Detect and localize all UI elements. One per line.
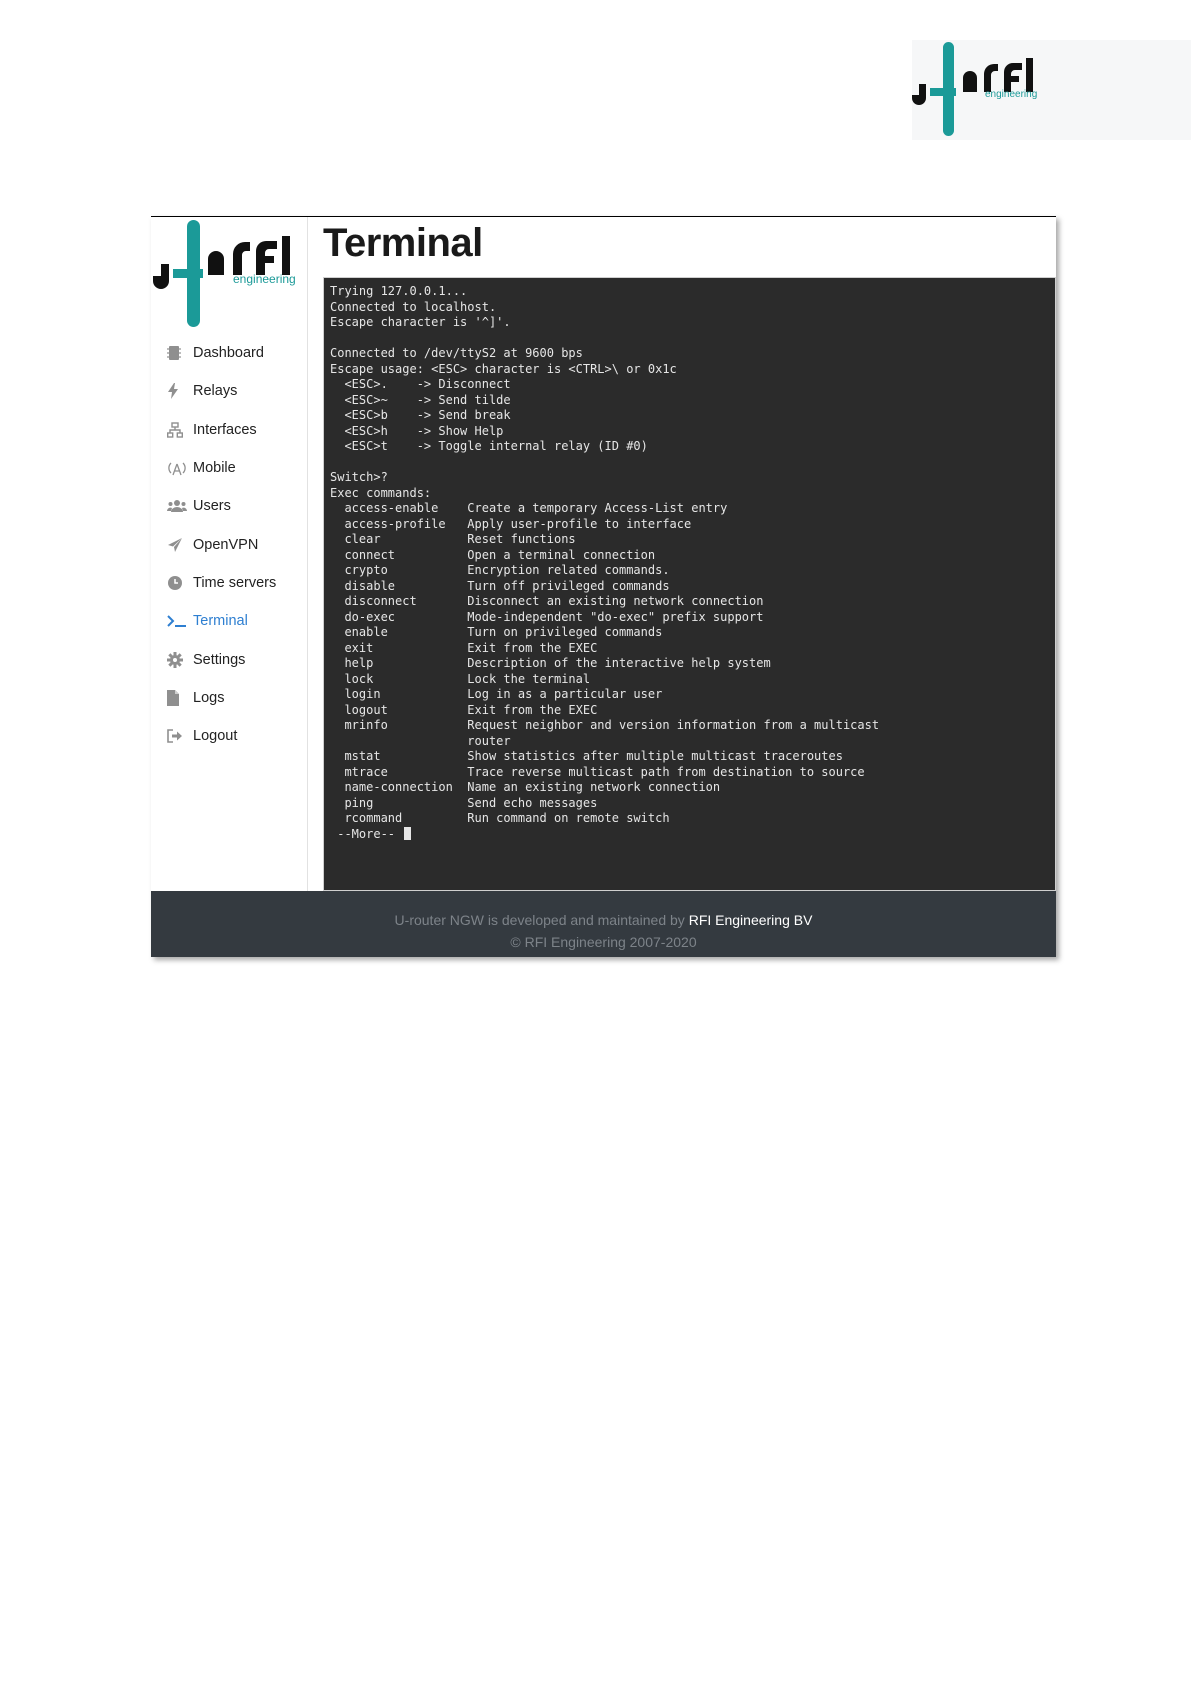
- sidebar-item-logout[interactable]: Logout: [151, 717, 307, 755]
- terminal-line: Connected to localhost.: [330, 299, 497, 314]
- terminal-line: --More--: [330, 826, 1049, 843]
- terminal-line: ping Send echo messages: [330, 795, 598, 810]
- terminal-line: <ESC>h -> Show Help: [330, 423, 504, 438]
- page-title: Terminal: [323, 221, 483, 265]
- terminal-line: access-profile Apply user-profile to int…: [330, 516, 692, 531]
- sidebar-item-terminal[interactable]: Terminal: [151, 602, 307, 640]
- footer-copyright: © RFI Engineering 2007-2020: [510, 934, 697, 950]
- sidebar: engineering Dashboard Relays Interfaces: [151, 217, 308, 891]
- terminal-line: mrinfo Request neighbor and version info…: [330, 718, 880, 732]
- terminal-line: <ESC>. -> Disconnect: [330, 377, 511, 391]
- sidebar-item-settings[interactable]: Settings: [151, 640, 307, 678]
- terminal-line: Exec commands:: [330, 485, 432, 500]
- terminal-line: mtrace Trace reverse multicast path from…: [330, 764, 865, 779]
- sidebar-item-label: Mobile: [193, 460, 236, 477]
- footer-company-link[interactable]: RFI Engineering BV: [689, 912, 813, 928]
- paper-plane-icon: [167, 537, 189, 553]
- terminal-line: crypto Encryption related commands.: [330, 563, 670, 577]
- terminal-line: exit Exit from the EXEC: [330, 640, 598, 655]
- sidebar-item-openvpn[interactable]: OpenVPN: [151, 525, 307, 563]
- sidebar-item-relays[interactable]: Relays: [151, 372, 307, 410]
- terminal-cursor: [404, 826, 412, 840]
- terminal-line: Escape usage: <ESC> character is <CTRL>\…: [330, 361, 677, 376]
- sidebar-item-label: Interfaces: [193, 421, 257, 438]
- sidebar-logo-tagline: engineering: [233, 272, 296, 286]
- sidebar-item-users[interactable]: Users: [151, 487, 307, 525]
- terminal-line: Escape character is '^]'.: [330, 315, 511, 329]
- sidebar-item-label: Time servers: [193, 574, 277, 591]
- sidebar-item-label: Terminal: [193, 613, 248, 630]
- terminal-line: mstat Show statistics after multiple mul…: [330, 749, 843, 763]
- terminal-line: login Log in as a particular user: [330, 687, 663, 701]
- terminal-line: connect Open a terminal connection: [330, 547, 656, 562]
- sidebar-item-label: Logs: [193, 689, 225, 706]
- terminal-line: access-enable Create a temporary Access-…: [330, 501, 728, 515]
- terminal-line: Connected to /dev/ttyS2 at 9600 bps: [330, 346, 583, 360]
- sidebar-item-mobile[interactable]: Mobile: [151, 449, 307, 487]
- page-logo-tagline: engineering: [985, 89, 1038, 100]
- terminal-line: Switch>?: [330, 470, 388, 484]
- terminal-line: logout Exit from the EXEC: [330, 702, 598, 717]
- sign-out-icon: [167, 728, 189, 744]
- file-icon: [167, 689, 189, 706]
- terminal-line: do-exec Mode-independent "do-exec" prefi…: [330, 609, 764, 624]
- sidebar-item-label: Settings: [193, 651, 246, 668]
- sidebar-item-label: Dashboard: [193, 345, 264, 362]
- terminal-line: lock Lock the terminal: [330, 671, 591, 686]
- terminal-icon: [167, 613, 189, 629]
- footer-credits-text: U-router NGW is developed and maintained…: [394, 912, 689, 928]
- clock-icon: [167, 575, 189, 591]
- bolt-icon: [167, 383, 189, 400]
- sidebar-logo[interactable]: engineering: [153, 217, 305, 329]
- sidebar-item-time-servers[interactable]: Time servers: [151, 564, 307, 602]
- terminal-line: clear Reset functions: [330, 532, 576, 546]
- page-logo: engineering: [912, 40, 1191, 140]
- sidebar-item-dashboard[interactable]: Dashboard: [151, 334, 307, 372]
- footer: U-router NGW is developed and maintained…: [151, 891, 1056, 957]
- sidebar-item-label: OpenVPN: [193, 536, 259, 553]
- terminal-line: router: [330, 733, 511, 748]
- sidebar-item-interfaces[interactable]: Interfaces: [151, 411, 307, 449]
- app-window: engineering Dashboard Relays Interfaces: [151, 216, 1056, 957]
- terminal-line: disconnect Disconnect an existing networ…: [330, 594, 764, 608]
- sidebar-nav: Dashboard Relays Interfaces Mobile Users…: [151, 334, 307, 755]
- antenna-icon: [167, 460, 189, 476]
- gear-icon: [167, 651, 189, 668]
- terminal-line: <ESC>b -> Send break: [330, 408, 511, 422]
- sidebar-item-label: Users: [193, 498, 231, 515]
- terminal-line: rcommand Run command on remote switch: [330, 811, 670, 825]
- sidebar-item-label: Logout: [193, 728, 238, 745]
- terminal-line: <ESC>t -> Toggle internal relay (ID #0): [330, 439, 648, 453]
- chip-icon: [167, 345, 189, 361]
- sidebar-item-label: Relays: [193, 383, 238, 400]
- main-content: Terminal Trying 127.0.0.1... Connected to…: [323, 217, 1056, 891]
- terminal-line: name-connection Name an existing network…: [330, 780, 721, 794]
- users-icon: [167, 498, 189, 514]
- terminal-line: <ESC>~ -> Send tilde: [330, 392, 511, 407]
- sidebar-item-logs[interactable]: Logs: [151, 679, 307, 717]
- terminal-line: enable Turn on privileged commands: [330, 625, 663, 639]
- terminal-line: disable Turn off privileged commands: [330, 578, 670, 593]
- terminal-line: help Description of the interactive help…: [330, 656, 771, 670]
- footer-credits: U-router NGW is developed and maintained…: [151, 912, 1056, 928]
- terminal-line: Trying 127.0.0.1...: [330, 284, 468, 298]
- terminal-console[interactable]: Trying 127.0.0.1... Connected to localhos…: [323, 277, 1056, 891]
- network-icon: [167, 422, 189, 438]
